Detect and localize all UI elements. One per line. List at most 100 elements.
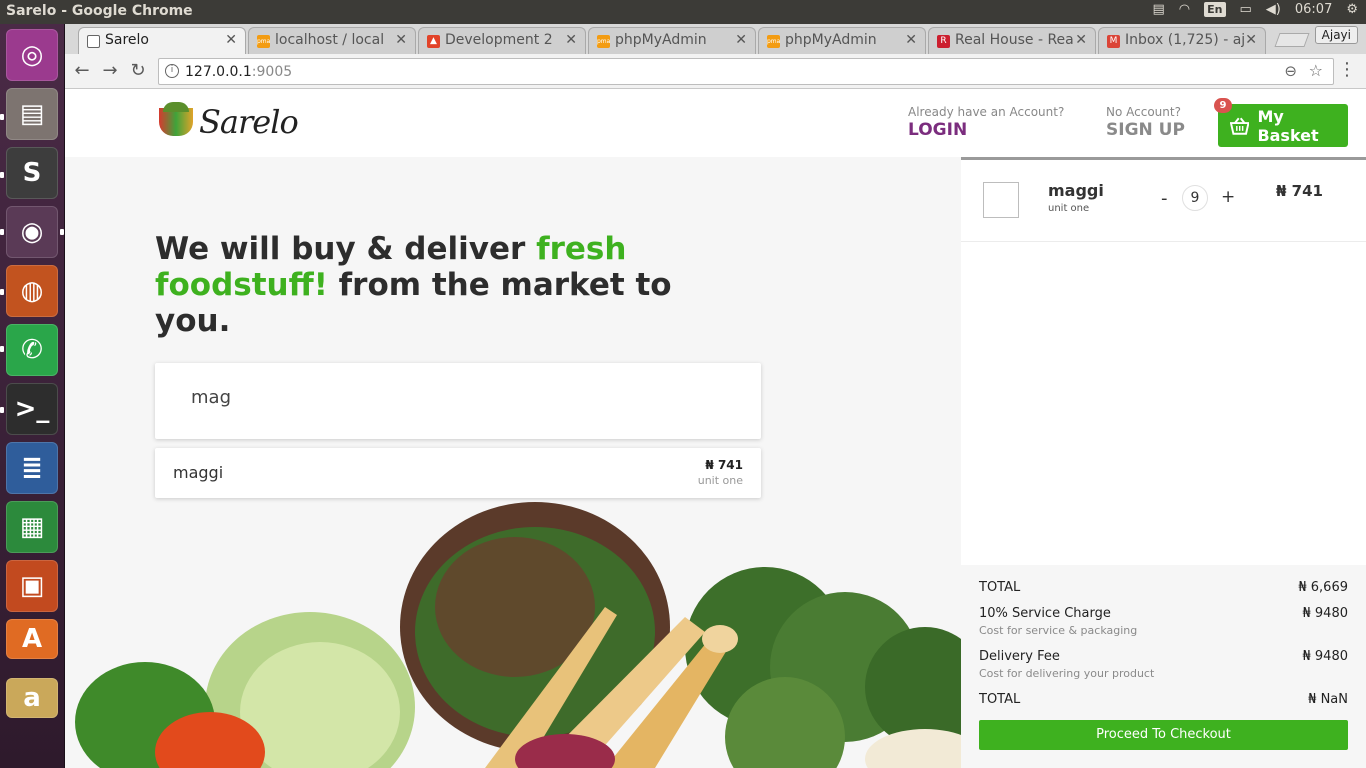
browser-window: Sarelo ✕ pma localhost / local ✕ ▲ Development… bbox=[65, 24, 1366, 768]
close-tab-icon[interactable]: ✕ bbox=[735, 32, 747, 48]
clock[interactable]: 06:07 bbox=[1295, 2, 1332, 17]
browser-tab[interactable]: ▲ Development 2 ✕ bbox=[418, 27, 586, 54]
close-tab-icon[interactable]: ✕ bbox=[1245, 32, 1257, 48]
order-summary: TOTAL ₦ 6,669 10% Service Charge ₦ 9480 … bbox=[961, 565, 1366, 768]
login-link[interactable]: LOGIN bbox=[908, 120, 1064, 140]
browser-tab[interactable]: pma localhost / local ✕ bbox=[248, 27, 416, 54]
volume-icon[interactable]: ◀) bbox=[1266, 2, 1281, 17]
gitlab-favicon-icon: ▲ bbox=[427, 35, 440, 48]
proceed-to-checkout-button[interactable]: Proceed To Checkout bbox=[979, 720, 1348, 750]
browser-tab[interactable]: Sarelo ✕ bbox=[78, 27, 246, 54]
delivery-fee-note: Cost for delivering your product bbox=[979, 667, 1155, 680]
suggestion-price: ₦ 741 bbox=[705, 458, 743, 472]
close-tab-icon[interactable]: ✕ bbox=[225, 32, 237, 48]
calc-icon[interactable]: ▦ bbox=[6, 501, 58, 553]
signup-block: No Account? SIGN UP bbox=[1106, 105, 1185, 140]
new-tab-button[interactable] bbox=[1274, 33, 1310, 47]
focused-indicator bbox=[60, 229, 64, 235]
quantity-value[interactable]: 9 bbox=[1182, 185, 1208, 211]
cart-item-name: maggi bbox=[1048, 181, 1104, 200]
url-text[interactable]: 127.0.0.1:9005 bbox=[185, 64, 292, 80]
increase-quantity-button[interactable]: + bbox=[1221, 187, 1235, 207]
M-favicon-icon: M bbox=[1107, 35, 1120, 48]
window-title: Sarelo - Google Chrome bbox=[6, 3, 193, 19]
amazon-icon[interactable]: a bbox=[6, 678, 58, 718]
my-basket-button[interactable]: My Basket bbox=[1218, 104, 1348, 147]
back-arrow-icon[interactable]: ← bbox=[71, 60, 93, 82]
bookmark-star-icon[interactable]: ☆ bbox=[1309, 61, 1323, 80]
R-favicon-icon: R bbox=[937, 35, 950, 48]
battery-icon[interactable]: ▭ bbox=[1240, 2, 1252, 17]
impress-icon[interactable]: ▣ bbox=[6, 560, 58, 612]
close-tab-icon[interactable]: ✕ bbox=[1075, 32, 1087, 48]
browser-tab[interactable]: R Real House - Rea ✕ bbox=[928, 27, 1096, 54]
running-indicator bbox=[0, 172, 4, 178]
total-label: TOTAL bbox=[979, 692, 1021, 707]
search-input[interactable] bbox=[191, 387, 691, 408]
sublime-text-icon[interactable]: S bbox=[6, 147, 58, 199]
cart-item-unit: unit one bbox=[1048, 203, 1090, 214]
tab-label: localhost / local bbox=[275, 32, 385, 48]
site-info-icon[interactable]: i bbox=[165, 64, 179, 78]
address-bar[interactable]: i 127.0.0.1:9005 ⊖ ☆ bbox=[158, 58, 1334, 85]
suggestion-name: maggi bbox=[173, 463, 224, 482]
service-charge-label: 10% Service Charge bbox=[979, 606, 1111, 621]
pma-favicon-icon: pma bbox=[597, 35, 610, 48]
reload-icon[interactable]: ↻ bbox=[127, 60, 149, 82]
forward-arrow-icon[interactable]: → bbox=[99, 60, 121, 82]
web-page: Sarelo Already have an Account? LOGIN No… bbox=[65, 89, 1366, 768]
running-indicator bbox=[0, 346, 4, 352]
login-block: Already have an Account? LOGIN bbox=[908, 105, 1064, 140]
settings-gear-icon[interactable]: ⚙ bbox=[1346, 2, 1358, 17]
total-value: ₦ NaN bbox=[1308, 692, 1348, 707]
system-tray: ▤ ◠ En ▭ ◀) 06:07 ⚙ bbox=[1153, 2, 1358, 17]
profile-button[interactable]: Ajayi bbox=[1314, 26, 1358, 44]
clipboard-icon[interactable]: ▤ bbox=[1153, 2, 1165, 17]
service-charge-note: Cost for service & packaging bbox=[979, 624, 1138, 637]
decrease-quantity-button[interactable]: - bbox=[1161, 188, 1168, 209]
zoom-icon[interactable]: ⊖ bbox=[1284, 62, 1297, 80]
close-tab-icon[interactable]: ✕ bbox=[395, 32, 407, 48]
tab-label: Inbox (1,725) - aj bbox=[1125, 32, 1246, 48]
firefox-icon[interactable]: ◍ bbox=[6, 265, 58, 317]
page-icon bbox=[87, 35, 100, 48]
close-tab-icon[interactable]: ✕ bbox=[905, 32, 917, 48]
chrome-menu-icon[interactable]: ⋮ bbox=[1338, 59, 1356, 80]
keyboard-layout-indicator[interactable]: En bbox=[1204, 2, 1226, 17]
cart-item-image bbox=[983, 182, 1019, 218]
delivery-fee-value: ₦ 9480 bbox=[1302, 649, 1349, 664]
subtotal-label: TOTAL bbox=[979, 580, 1021, 595]
whatsapp-icon[interactable]: ✆ bbox=[6, 324, 58, 376]
signup-link[interactable]: SIGN UP bbox=[1106, 120, 1185, 140]
browser-tab[interactable]: pma phpMyAdmin ✕ bbox=[758, 27, 926, 54]
tab-label: phpMyAdmin bbox=[615, 32, 707, 48]
chrome-icon[interactable]: ◉ bbox=[6, 206, 58, 258]
running-indicator bbox=[0, 289, 4, 295]
running-indicator bbox=[0, 407, 4, 413]
search-suggestion-item[interactable]: maggi ₦ 741 unit one bbox=[155, 448, 761, 498]
delivery-fee-label: Delivery Fee bbox=[979, 649, 1060, 664]
writer-icon[interactable]: ≣ bbox=[6, 442, 58, 494]
files-icon[interactable]: ▤ bbox=[6, 88, 58, 140]
ubuntu-logo-icon[interactable]: ◎ bbox=[6, 29, 58, 81]
vegetables-hero-image bbox=[75, 502, 961, 768]
cart-panel: maggi unit one - 9 + ₦ 741 TOTAL ₦ 6,669… bbox=[961, 157, 1366, 768]
basket-label: My Basket bbox=[1257, 106, 1319, 145]
brand-wordmark: Sarelo bbox=[199, 103, 299, 141]
browser-tab[interactable]: pma phpMyAdmin ✕ bbox=[588, 27, 756, 54]
tab-label: phpMyAdmin bbox=[785, 32, 877, 48]
tab-label: Sarelo bbox=[105, 32, 149, 48]
browser-tab[interactable]: M Inbox (1,725) - aj ✕ bbox=[1098, 27, 1266, 54]
browser-toolbar: ← → ↻ i 127.0.0.1:9005 ⊖ ☆ ⋮ bbox=[65, 54, 1366, 89]
terminal-icon[interactable]: >_ bbox=[6, 383, 58, 435]
site-logo[interactable]: Sarelo bbox=[159, 102, 299, 141]
suggestion-unit: unit one bbox=[697, 474, 743, 487]
tab-strip: Sarelo ✕ pma localhost / local ✕ ▲ Development… bbox=[65, 24, 1366, 54]
subtotal-value: ₦ 6,669 bbox=[1298, 580, 1348, 595]
software-center-icon[interactable]: A bbox=[6, 619, 58, 659]
running-indicator bbox=[0, 229, 4, 235]
basket-count-badge: 9 bbox=[1214, 98, 1232, 113]
service-charge-value: ₦ 9480 bbox=[1302, 606, 1349, 621]
wifi-icon[interactable]: ◠ bbox=[1179, 2, 1190, 17]
close-tab-icon[interactable]: ✕ bbox=[565, 32, 577, 48]
